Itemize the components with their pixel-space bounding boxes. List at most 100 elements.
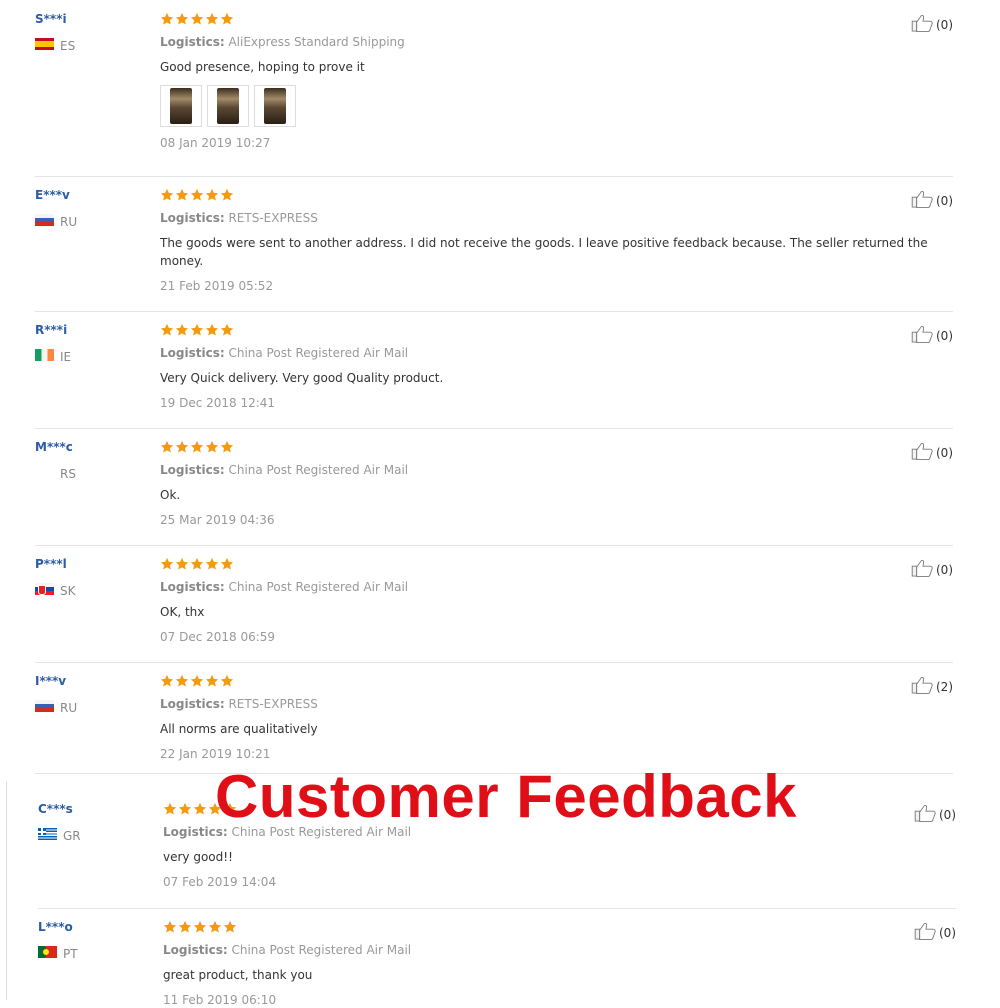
review-text: The goods were sent to another address. … bbox=[160, 236, 928, 268]
star-rating bbox=[163, 920, 933, 937]
review-content: Logistics: China Post Registered Air Mai… bbox=[160, 557, 930, 644]
logistics-label: Logistics: bbox=[160, 463, 225, 477]
reviewer-name[interactable]: P***l bbox=[35, 557, 67, 571]
helpful-button[interactable]: (0) bbox=[911, 442, 953, 463]
thumbs-up-icon[interactable] bbox=[911, 190, 935, 211]
thumbs-up-icon[interactable] bbox=[911, 676, 935, 697]
star-icon bbox=[175, 323, 189, 336]
helpful-button[interactable]: (0) bbox=[911, 559, 953, 580]
logistics-label: Logistics: bbox=[163, 943, 228, 957]
logistics-method: RETS-EXPRESS bbox=[228, 697, 318, 711]
review-date: 07 Feb 2019 14:04 bbox=[163, 875, 277, 889]
logistics-info: Logistics: China Post Registered Air Mai… bbox=[160, 580, 930, 594]
reviewer-country: PT bbox=[38, 946, 78, 961]
star-icon bbox=[178, 802, 192, 815]
review-photo-thumbnail[interactable] bbox=[254, 85, 296, 127]
country-flag-icon bbox=[35, 38, 54, 53]
country-flag-icon bbox=[35, 700, 54, 715]
reviewer-country: RU bbox=[35, 700, 77, 715]
thumbs-up-icon[interactable] bbox=[911, 559, 935, 580]
reviewer-name[interactable]: L***o bbox=[38, 920, 73, 934]
reviewer-name[interactable]: C***s bbox=[38, 802, 73, 816]
reviewer-country: ES bbox=[35, 38, 75, 53]
review-text: OK, thx bbox=[160, 605, 205, 619]
reviewer-country: GR bbox=[38, 828, 81, 843]
star-icon bbox=[160, 188, 174, 201]
review-text: great product, thank you bbox=[163, 968, 313, 982]
country-flag-icon bbox=[38, 828, 57, 843]
logistics-info: Logistics: RETS-EXPRESS bbox=[160, 697, 930, 711]
helpful-button[interactable]: (0) bbox=[914, 804, 956, 825]
country-code: GR bbox=[63, 828, 81, 843]
country-code: PT bbox=[63, 946, 78, 961]
logistics-method: China Post Registered Air Mail bbox=[231, 943, 412, 957]
review-content: Logistics: RETS-EXPRESS The goods were s… bbox=[160, 188, 930, 293]
reviewer-country: SK bbox=[35, 583, 76, 598]
star-icon bbox=[175, 188, 189, 201]
thumbs-up-icon[interactable] bbox=[911, 442, 935, 463]
review-text: Good presence, hoping to prove it bbox=[160, 60, 365, 74]
reviewer-name[interactable]: I***v bbox=[35, 674, 66, 688]
review-date: 21 Feb 2019 05:52 bbox=[160, 279, 274, 293]
star-icon bbox=[190, 323, 204, 336]
helpful-count: (0) bbox=[939, 807, 956, 822]
review-date: 08 Jan 2019 10:27 bbox=[160, 136, 271, 150]
star-icon bbox=[205, 12, 219, 25]
thumbs-up-icon[interactable] bbox=[911, 325, 935, 346]
country-code: ES bbox=[60, 38, 76, 53]
helpful-count: (0) bbox=[936, 562, 953, 577]
country-flag-icon bbox=[35, 214, 54, 229]
helpful-button[interactable]: (0) bbox=[911, 190, 953, 211]
review-content: Logistics: RETS-EXPRESS All norms are qu… bbox=[160, 674, 930, 761]
reviewer-country: IE bbox=[35, 349, 71, 364]
reviewer-name[interactable]: E***v bbox=[35, 188, 70, 202]
thumbs-up-icon[interactable] bbox=[911, 14, 935, 35]
logistics-method: China Post Registered Air Mail bbox=[228, 463, 409, 477]
logistics-info: Logistics: China Post Registered Air Mai… bbox=[163, 943, 933, 957]
review-photo-thumbnail[interactable] bbox=[160, 85, 202, 127]
thumbs-up-icon[interactable] bbox=[914, 804, 938, 825]
helpful-count: (0) bbox=[936, 445, 953, 460]
review-item: E***v RU Logistics: RETS-EXPRESS The goo… bbox=[35, 176, 953, 312]
reviewer-country: RS bbox=[35, 466, 76, 481]
reviewer-name[interactable]: S***i bbox=[35, 12, 67, 26]
star-icon bbox=[205, 323, 219, 336]
review-item: R***i IE Logistics: China Post Registere… bbox=[35, 311, 953, 429]
star-icon bbox=[175, 12, 189, 25]
helpful-button[interactable]: (2) bbox=[911, 676, 953, 697]
star-icon bbox=[160, 12, 174, 25]
helpful-button[interactable]: (0) bbox=[911, 325, 953, 346]
star-icon bbox=[175, 557, 189, 570]
helpful-button[interactable]: (0) bbox=[914, 922, 956, 943]
helpful-count: (0) bbox=[936, 17, 953, 32]
review-text: All norms are qualitatively bbox=[160, 722, 318, 736]
thumbs-up-icon[interactable] bbox=[914, 922, 938, 943]
review-photo-thumbnail[interactable] bbox=[207, 85, 249, 127]
logistics-label: Logistics: bbox=[160, 580, 225, 594]
star-icon bbox=[208, 920, 222, 933]
logistics-info: Logistics: RETS-EXPRESS bbox=[160, 211, 930, 225]
star-icon bbox=[205, 188, 219, 201]
star-icon bbox=[175, 440, 189, 453]
review-date: 07 Dec 2018 06:59 bbox=[160, 630, 276, 644]
review-photos bbox=[160, 85, 930, 127]
star-icon bbox=[163, 920, 177, 933]
review-content: Logistics: China Post Registered Air Mai… bbox=[160, 440, 930, 527]
star-rating bbox=[160, 440, 930, 457]
helpful-count: (2) bbox=[936, 679, 953, 694]
review-date: 22 Jan 2019 10:21 bbox=[160, 747, 271, 761]
helpful-button[interactable]: (0) bbox=[911, 14, 953, 35]
reviewer-name[interactable]: M***c bbox=[35, 440, 73, 454]
logistics-label: Logistics: bbox=[160, 346, 225, 360]
logistics-label: Logistics: bbox=[160, 35, 225, 49]
star-icon bbox=[190, 674, 204, 687]
helpful-count: (0) bbox=[936, 193, 953, 208]
reviewer-name[interactable]: R***i bbox=[35, 323, 67, 337]
review-item: S***i ES Logistics: AliExpress Standard … bbox=[35, 0, 953, 177]
star-icon bbox=[220, 440, 234, 453]
country-code: RU bbox=[60, 700, 78, 715]
overlay-title: Customer Feedback bbox=[215, 763, 798, 830]
review-text: very good!! bbox=[163, 850, 233, 864]
logistics-method: China Post Registered Air Mail bbox=[228, 346, 409, 360]
country-code: RU bbox=[60, 214, 78, 229]
